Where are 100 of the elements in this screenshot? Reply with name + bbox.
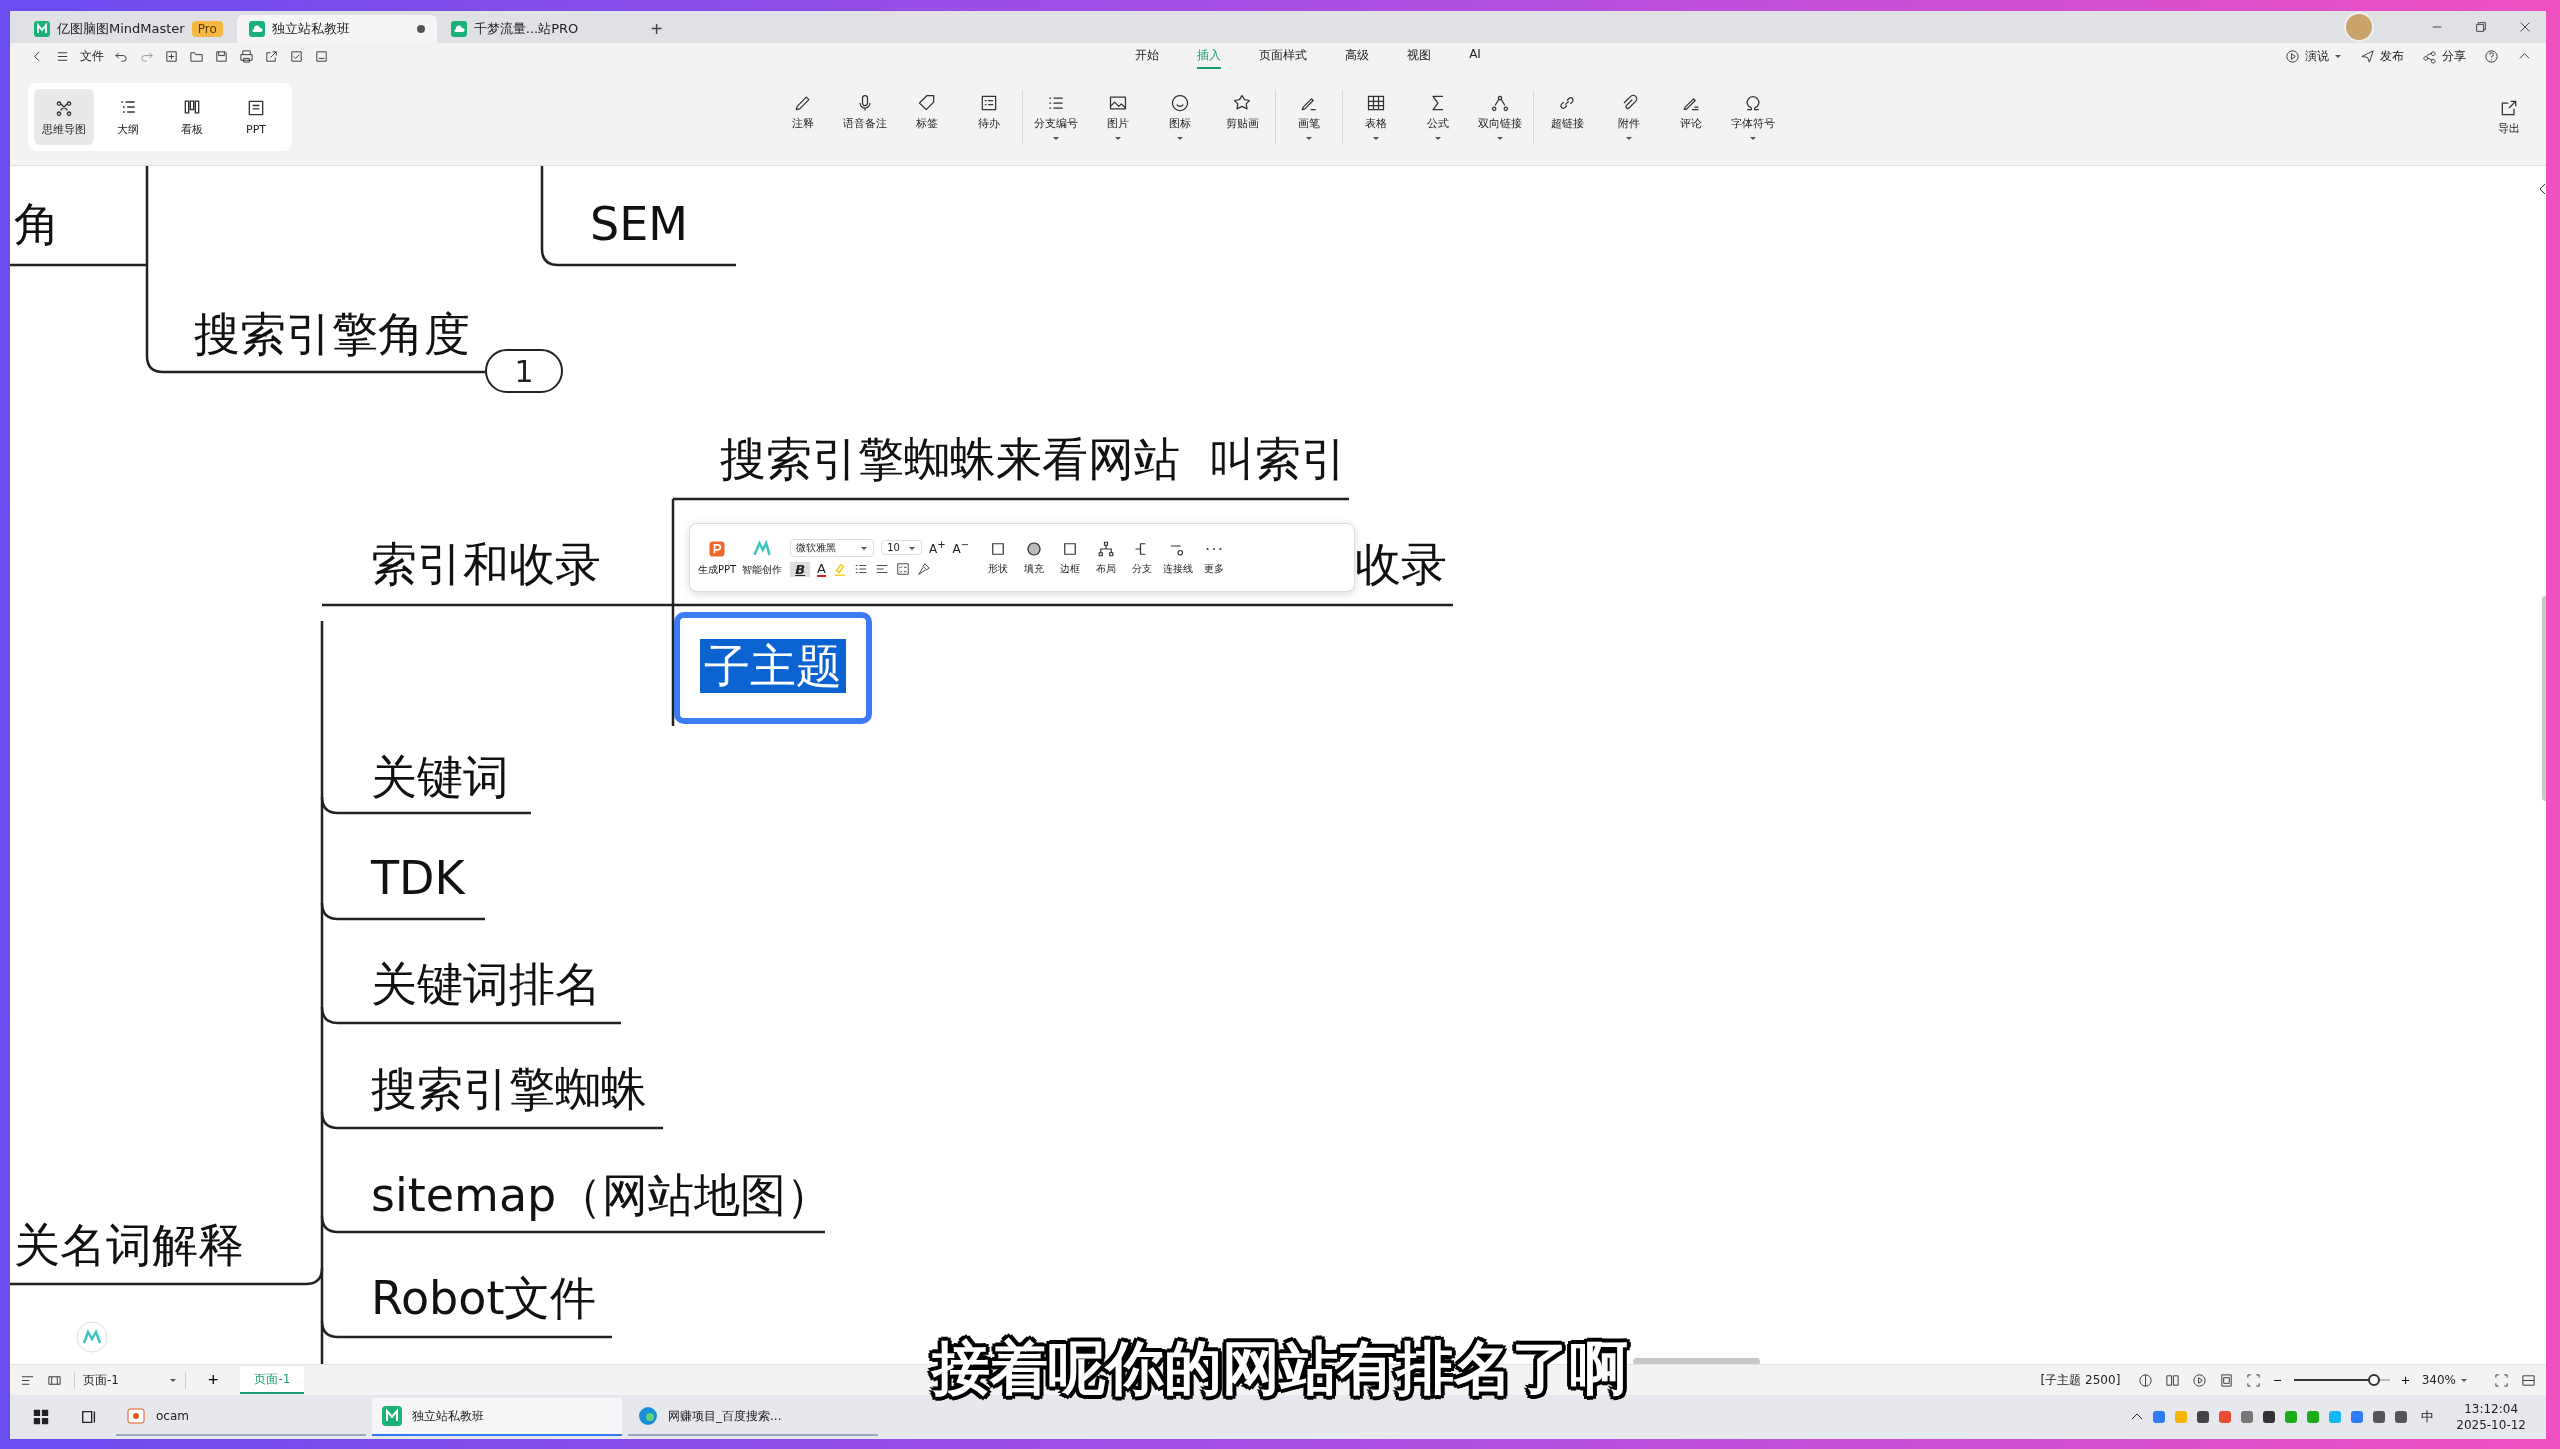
toolbar-action[interactable]: 演说 xyxy=(2285,47,2342,65)
increase-font-button[interactable]: A$^{+}$ xyxy=(928,539,946,556)
close-icon[interactable] xyxy=(2518,20,2532,34)
new-tab-button[interactable]: + xyxy=(640,15,673,43)
ai-action-button[interactable]: 智能创作 xyxy=(740,538,785,577)
taskbar-app[interactable]: ocam xyxy=(116,1398,366,1436)
format-tool-button[interactable]: 填充 xyxy=(1017,539,1052,576)
input-method-indicator[interactable]: 中 xyxy=(2421,1408,2435,1426)
topic-node[interactable]: sitemap（网站地图） xyxy=(371,1167,833,1223)
ribbon-button[interactable]: 双向链接 xyxy=(1469,92,1531,142)
ribbon-tab[interactable]: 开始 xyxy=(1135,43,1160,69)
font-size-select[interactable]: 10 xyxy=(881,540,922,555)
play-icon[interactable] xyxy=(2192,1372,2208,1388)
ribbon-button[interactable]: 待办 xyxy=(958,92,1020,142)
print-icon[interactable] xyxy=(239,48,254,64)
topic-node[interactable]: Robot文件 xyxy=(371,1270,597,1326)
add-page-button[interactable]: + xyxy=(197,1369,229,1391)
view-button[interactable]: PPT xyxy=(226,89,286,145)
toolbar-action[interactable]: 分享 xyxy=(2422,47,2466,65)
page-select[interactable]: 页面-1 xyxy=(74,1371,186,1389)
topic-node[interactable]: 关键词排名 xyxy=(371,956,601,1012)
format-tool-button[interactable]: 更多 xyxy=(1197,539,1232,576)
save-icon[interactable] xyxy=(214,48,229,64)
ribbon-button[interactable]: 表格 xyxy=(1345,92,1407,142)
font-select[interactable]: 微软雅黑 xyxy=(790,538,875,557)
topic-node[interactable]: 搜索引擎蜘蛛来看网站 叫索引 xyxy=(720,431,1348,487)
tray-app-icon[interactable] xyxy=(2261,1409,2278,1425)
topic-node[interactable]: 角 xyxy=(14,196,60,252)
task-view-icon[interactable] xyxy=(80,1408,98,1426)
panel-icon[interactable] xyxy=(2521,1372,2536,1388)
topic-node[interactable]: 搜索引擎蜘蛛 xyxy=(371,1061,647,1117)
export-button[interactable]: 导出 xyxy=(2478,98,2540,136)
ribbon-tab[interactable]: AI xyxy=(1469,43,1481,69)
checkbox-icon[interactable] xyxy=(289,48,304,64)
bold-button[interactable]: B xyxy=(790,561,811,577)
fullscreen-icon[interactable] xyxy=(2246,1372,2262,1388)
topic-node[interactable]: SEM xyxy=(590,196,688,252)
zoom-in-button[interactable]: + xyxy=(2401,1372,2410,1388)
ribbon-button[interactable]: 分支编号 xyxy=(1025,92,1087,142)
ribbon-button[interactable]: 标签 xyxy=(896,92,958,142)
page-tab[interactable]: 页面-1 xyxy=(240,1366,305,1394)
font-color-button[interactable]: A xyxy=(817,561,826,577)
toolbar-action[interactable]: 发布 xyxy=(2360,47,2404,65)
ribbon-button[interactable]: 超链接 xyxy=(1536,92,1598,142)
restore-icon[interactable] xyxy=(2474,20,2488,34)
tray-app-icon[interactable] xyxy=(2371,1409,2388,1425)
view-button[interactable]: 大纲 xyxy=(98,89,158,145)
new-file-icon[interactable] xyxy=(164,48,179,64)
taskbar-app[interactable]: 独立站私教班 xyxy=(372,1398,622,1436)
ribbon-button[interactable]: 语音备注 xyxy=(834,92,896,142)
document-tab[interactable]: 千梦流量...站PRO xyxy=(438,15,639,43)
ribbon-button[interactable]: 字体符号 xyxy=(1722,92,1784,142)
topic-node[interactable]: 关键词 xyxy=(371,749,509,805)
ribbon-button[interactable]: 注释 xyxy=(772,92,834,142)
checklist-icon[interactable] xyxy=(896,562,910,576)
align-icon[interactable] xyxy=(875,562,889,576)
fit-page-icon[interactable] xyxy=(2219,1372,2235,1388)
ribbon-button[interactable]: 附件 xyxy=(1598,92,1660,142)
ribbon-button[interactable]: 图标 xyxy=(1149,92,1211,142)
format-painter-icon[interactable] xyxy=(917,562,931,576)
document-tab[interactable]: 亿图脑图MindMaster Pro xyxy=(22,15,235,43)
ribbon-button[interactable]: 评论 xyxy=(1660,92,1722,142)
fullscreen-icon[interactable] xyxy=(2494,1372,2509,1388)
topic-node[interactable]: 收录 xyxy=(1355,536,1447,592)
ribbon-button[interactable]: 画笔 xyxy=(1278,92,1340,142)
tray-app-icon[interactable] xyxy=(2393,1409,2410,1425)
collapsed-count-badge[interactable]: 1 xyxy=(485,349,563,393)
numbered-list-icon[interactable] xyxy=(854,562,868,576)
export-icon[interactable] xyxy=(264,48,279,64)
topic-node[interactable]: 索引和收录 xyxy=(371,536,601,592)
format-tool-button[interactable]: 形状 xyxy=(981,539,1016,576)
help-icon[interactable] xyxy=(2484,48,2499,64)
scrollbar[interactable] xyxy=(1633,1358,1760,1364)
book-icon[interactable] xyxy=(2165,1372,2181,1388)
ribbon-button[interactable]: 公式 xyxy=(1407,92,1469,142)
decrease-font-button[interactable]: A$^{−}$ xyxy=(952,539,970,556)
ribbon-tab[interactable]: 高级 xyxy=(1345,43,1370,69)
theme-icon[interactable] xyxy=(2138,1372,2154,1388)
file-menu[interactable]: 文件 xyxy=(80,47,104,65)
topic-node[interactable]: TDK xyxy=(371,850,465,906)
view-button[interactable]: 思维导图 xyxy=(34,89,94,145)
ribbon-tab[interactable]: 视图 xyxy=(1407,43,1432,69)
ai-action-button[interactable]: 生成PPT xyxy=(696,538,739,577)
format-tool-button[interactable]: 边框 xyxy=(1053,539,1088,576)
topic-node[interactable]: 搜索引擎角度 xyxy=(194,306,470,362)
ribbon-tab[interactable]: 页面样式 xyxy=(1259,43,1308,69)
format-tool-button[interactable]: 分支 xyxy=(1125,539,1160,576)
taskbar-app[interactable]: 网赚项目_百度搜索... xyxy=(628,1398,878,1436)
ribbon-button[interactable]: 图片 xyxy=(1087,92,1149,142)
windows-start-icon[interactable] xyxy=(32,1408,50,1426)
tray-app-icon[interactable] xyxy=(2195,1409,2212,1425)
topic-node[interactable]: 关名词解释 xyxy=(14,1217,244,1273)
format-tool-button[interactable]: 连接线 xyxy=(1161,539,1196,576)
zoom-out-button[interactable]: − xyxy=(2273,1372,2282,1388)
zoom-select[interactable]: 340% xyxy=(2421,1373,2468,1387)
view-button[interactable]: 看板 xyxy=(162,89,222,145)
ribbon-button[interactable]: 剪贴画 xyxy=(1211,92,1273,142)
format-tool-button[interactable]: 布局 xyxy=(1089,539,1124,576)
document-tab[interactable]: 独立站私教班 xyxy=(236,15,437,43)
save-as-icon[interactable] xyxy=(314,48,329,64)
